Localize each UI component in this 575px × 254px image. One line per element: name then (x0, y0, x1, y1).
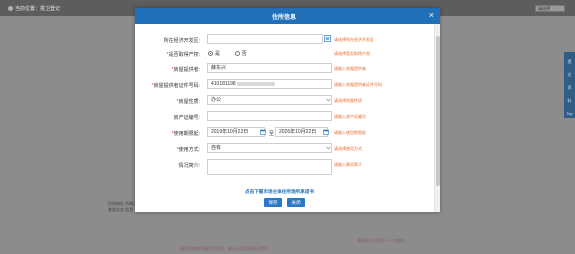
row-provider: *房屋提供者: 薛东兴 请输入房屋提供者 (135, 63, 432, 75)
download-commitment-link[interactable]: 点击下载市场主体住所场所承诺书 (245, 189, 314, 195)
radio-no[interactable] (234, 51, 240, 56)
modal-scrollbar[interactable] (434, 24, 440, 212)
economic-zone-hint: 请选择所在经济开发区 (334, 37, 374, 42)
usage-start-input[interactable]: 2019年10月22日 (207, 127, 265, 137)
property-type-select[interactable]: 办公 (207, 95, 332, 105)
scrollbar-thumb[interactable] (436, 36, 440, 186)
property-type-hint: 请选择房屋性质 (334, 98, 362, 103)
usage-end-input[interactable]: 2026年10月22日 (275, 127, 328, 137)
provider-id-label: *房屋提供者证件号码: (151, 83, 200, 89)
usage-mode-label: *使用方式: (176, 147, 200, 153)
property-rights-hint: 请选择是否取得产权 (334, 51, 370, 56)
row-property-type: *房屋性质: 办公 请选择房屋性质 (135, 95, 432, 107)
radio-yes[interactable] (208, 51, 213, 56)
radio-no-label[interactable]: 否 (242, 51, 247, 57)
row-description: 情况简介: 请输入情况简介 (135, 159, 432, 177)
save-button[interactable]: 保存 (264, 198, 282, 207)
usage-period-hint: 请输入使用期限起 (334, 130, 366, 135)
economic-zone-label: 所在经济开发区: (163, 38, 200, 44)
select-list-icon[interactable] (324, 35, 331, 42)
calendar-icon[interactable] (260, 129, 266, 135)
row-usage-mode: *使用方式: 自有 请选择使用方式 (135, 143, 432, 155)
location-icon (8, 6, 13, 11)
certificate-hint: 请输入房产证编号 (334, 114, 366, 119)
usage-period-label: *使用期限起: (171, 131, 200, 137)
side-icon-2[interactable]: 交 (564, 72, 575, 78)
close-icon[interactable]: × (429, 10, 434, 20)
certificate-input[interactable] (207, 111, 332, 121)
back-to-top[interactable]: Top (564, 111, 575, 116)
side-toolbar[interactable]: 提 交 资 料 Top (564, 52, 575, 118)
residence-info-modal: 住所信息 × 所在经济开发区: 请选择所在经济开发区 *是否取得产权: 是 否 … (135, 8, 440, 212)
property-rights-label: *是否取得产权: (166, 52, 200, 58)
provider-input[interactable]: 薛东兴 (207, 63, 332, 73)
description-textarea[interactable] (207, 159, 332, 175)
usage-mode-hint: 请选择使用方式 (334, 146, 362, 151)
bg-right-hint: 请保存后可进行下一步操作 (357, 238, 405, 243)
row-certificate: 房产证编号: 请输入房产证编号 (135, 111, 432, 123)
modal-title: 住所信息 (272, 15, 297, 21)
breadcrumb: 当前位置：报卫登记 (8, 5, 60, 12)
top-select[interactable]: 请选择 (535, 5, 565, 12)
row-provider-id: *房屋提供者证件号码: 410181198 请输入房屋提供者证件号码 (135, 79, 432, 91)
usage-mode-select[interactable]: 自有 (207, 143, 332, 153)
provider-id-input[interactable]: 410181198 (207, 79, 332, 89)
location-label: 当前位置： (15, 6, 41, 12)
calendar-icon[interactable] (323, 129, 329, 135)
redacted-block (236, 81, 275, 86)
row-usage-period: *使用期限起: 2019年10月22日 至 2026年10月22日 请输入使用期… (135, 127, 432, 139)
chevron-down-icon[interactable] (326, 146, 331, 150)
radio-yes-label[interactable]: 是 (215, 51, 220, 57)
side-icon-1[interactable]: 提 (564, 59, 575, 65)
close-button[interactable]: 关闭 (287, 198, 305, 207)
provider-id-value: 410181198 (211, 81, 236, 87)
modal-header: 住所信息 × (135, 8, 440, 24)
location-value: 报卫登记 (40, 6, 61, 12)
economic-zone-input[interactable] (207, 34, 323, 44)
certificate-label: 房产证编号: (173, 115, 200, 121)
side-icon-4[interactable]: 料 (564, 98, 575, 104)
provider-id-hint: 请输入房屋提供者证件号码 (334, 82, 382, 87)
chevron-down-icon[interactable] (326, 98, 331, 102)
description-hint: 请输入情况简介 (334, 162, 362, 167)
modal-body: 所在经济开发区: 请选择所在经济开发区 *是否取得产权: 是 否 请选择是否取得… (135, 24, 432, 208)
description-label: 情况简介: (178, 163, 200, 169)
usage-separator: 至 (269, 131, 275, 137)
provider-hint: 请输入房屋提供者 (334, 66, 366, 71)
provider-label: *房屋提供者: (171, 67, 200, 73)
property-type-label: *房屋性质: (176, 99, 200, 105)
row-economic-zone: 所在经济开发区: 请选择所在经济开发区 (135, 34, 432, 46)
side-icon-3[interactable]: 资 (564, 85, 575, 91)
property-rights-options: 是 否 (208, 50, 247, 57)
row-property-rights: *是否取得产权: 是 否 请选择是否取得产权 (135, 48, 432, 60)
bg-bottom-hint: 请您仔细核对填写的信息，确认无误后再进行提交 (180, 246, 268, 251)
